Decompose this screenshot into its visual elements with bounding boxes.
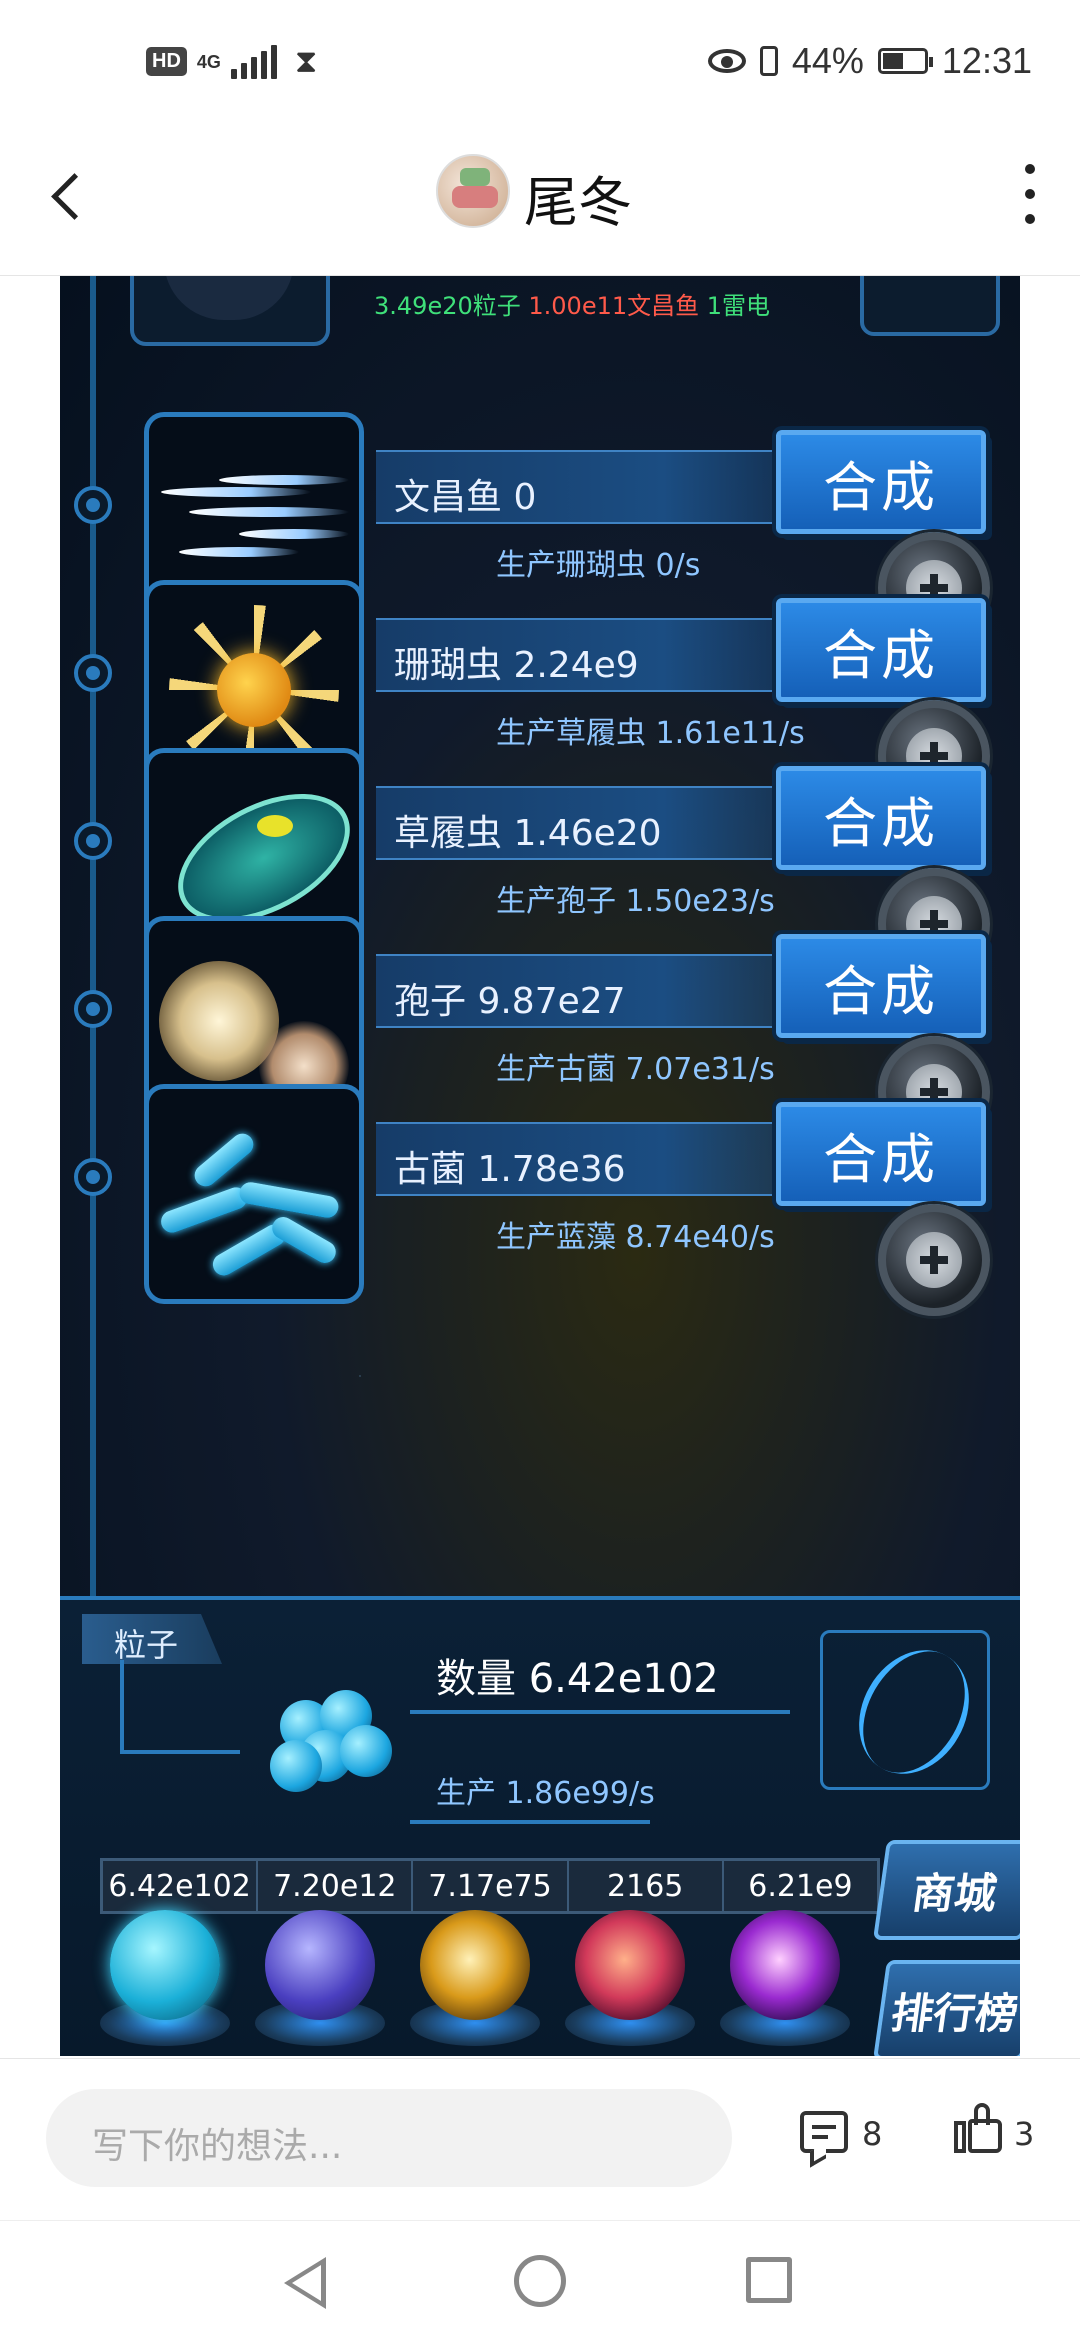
dna-icon bbox=[820, 1630, 990, 1790]
creature-name: 珊瑚虫 2.24e9 bbox=[394, 645, 639, 686]
signal-icon bbox=[230, 44, 277, 79]
creature-production: 生产珊瑚虫 0/s bbox=[496, 548, 701, 583]
vortex-orb-icon[interactable] bbox=[730, 1910, 840, 2020]
panel-tag: 粒子 bbox=[82, 1614, 222, 1664]
status-right: 44% 12:31 bbox=[707, 40, 1032, 82]
thunder-resource: 1雷电 bbox=[706, 292, 771, 320]
more-options-icon[interactable] bbox=[1020, 164, 1040, 224]
comment-input[interactable]: 写下你的想法... bbox=[46, 2089, 732, 2187]
creature-name: 孢子 9.87e27 bbox=[394, 981, 626, 1022]
status-left: HD 4G ⧗ bbox=[146, 42, 317, 81]
creature-name: 古菌 1.78e36 bbox=[394, 1149, 626, 1190]
vibrate-icon bbox=[759, 46, 778, 76]
orb-tabs bbox=[80, 1900, 880, 2050]
page-title: 尾冬 bbox=[524, 171, 632, 234]
circuit-line bbox=[120, 1660, 124, 1750]
creature-name: 草履虫 1.46e20 bbox=[394, 813, 662, 854]
synthesize-button[interactable]: 合成 bbox=[776, 934, 986, 1038]
circuit-line bbox=[120, 1750, 240, 1754]
synthesize-button[interactable]: 合成 bbox=[776, 598, 986, 702]
thumbs-up-icon[interactable] bbox=[954, 2103, 1004, 2153]
galaxy-orb-icon[interactable] bbox=[420, 1910, 530, 2020]
hd-badge: HD bbox=[146, 47, 187, 76]
network-type: 4G bbox=[196, 51, 221, 72]
creature-name: 文昌鱼 0 bbox=[394, 477, 537, 518]
creature-production: 生产孢子 1.50e23/s bbox=[496, 884, 775, 919]
eye-comfort-icon bbox=[707, 49, 746, 73]
creature-production: 生产蓝藻 8.74e40/s bbox=[496, 1220, 775, 1255]
battery-icon bbox=[877, 48, 933, 74]
lock-icon bbox=[860, 276, 1000, 336]
add-icon[interactable] bbox=[878, 1204, 990, 1316]
archaea-icon bbox=[144, 1084, 364, 1304]
battery-percent: 44% bbox=[791, 40, 864, 81]
shop-button[interactable]: 商城 bbox=[872, 1840, 1020, 1940]
creature-production: 生产古菌 7.07e31/s bbox=[496, 1052, 775, 1087]
hourglass-icon: ⧗ bbox=[294, 42, 318, 80]
particle-count: 数量 6.42e102 bbox=[436, 1656, 719, 1702]
particle-panel: 粒子 数量 6.42e102 生产 1.86e99/s 6.42e102 7.2… bbox=[60, 1596, 1020, 2056]
synthesize-button[interactable]: 合成 bbox=[776, 766, 986, 870]
comment-bar: 写下你的想法... 8 3 bbox=[0, 2058, 1080, 2220]
resource-summary: 3.49e20粒子 1.00e11文昌鱼 1雷电 bbox=[374, 286, 770, 321]
app-header: 尾冬 bbox=[0, 120, 1080, 276]
comment-icon[interactable] bbox=[800, 2111, 848, 2153]
particle-resource: 3.49e20粒子 bbox=[374, 292, 521, 320]
fish-resource: 1.00e11文昌鱼 bbox=[528, 292, 700, 320]
locked-creature-frame bbox=[130, 276, 330, 346]
nav-back-icon[interactable] bbox=[284, 2257, 326, 2309]
system-nav-bar bbox=[0, 2220, 1080, 2340]
status-bar: HD 4G ⧗ 44% 12:31 bbox=[0, 0, 1080, 120]
game-screenshot[interactable]: 3.49e20粒子 1.00e11文昌鱼 1雷电 文昌鱼 0 生产珊瑚虫 0/s… bbox=[60, 276, 1020, 2056]
synthesize-button[interactable]: 合成 bbox=[776, 430, 986, 534]
synthesize-button[interactable]: 合成 bbox=[776, 1102, 986, 1206]
brain-orb-icon[interactable] bbox=[575, 1910, 685, 2020]
ranking-button[interactable]: 排行榜 bbox=[872, 1960, 1020, 2056]
thunder-orb-icon[interactable] bbox=[265, 1910, 375, 2020]
particle-atom-icon bbox=[240, 1670, 410, 1810]
nav-recents-icon[interactable] bbox=[746, 2257, 792, 2303]
particle-orb-icon[interactable] bbox=[110, 1910, 220, 2020]
creature-production: 生产草履虫 1.61e11/s bbox=[496, 716, 805, 751]
like-count: 3 bbox=[1014, 2115, 1035, 2153]
creature-row: 古菌 1.78e36 生产蓝藻 8.74e40/s 合成 bbox=[60, 1084, 1020, 1316]
nav-home-icon[interactable] bbox=[514, 2255, 566, 2307]
back-button[interactable] bbox=[40, 160, 100, 230]
circuit-line bbox=[410, 1710, 790, 1714]
avatar[interactable] bbox=[436, 154, 510, 228]
circuit-line bbox=[410, 1820, 650, 1824]
particle-production: 生产 1.86e99/s bbox=[436, 1776, 655, 1811]
clock: 12:31 bbox=[941, 40, 1032, 81]
comment-count: 8 bbox=[862, 2115, 883, 2153]
